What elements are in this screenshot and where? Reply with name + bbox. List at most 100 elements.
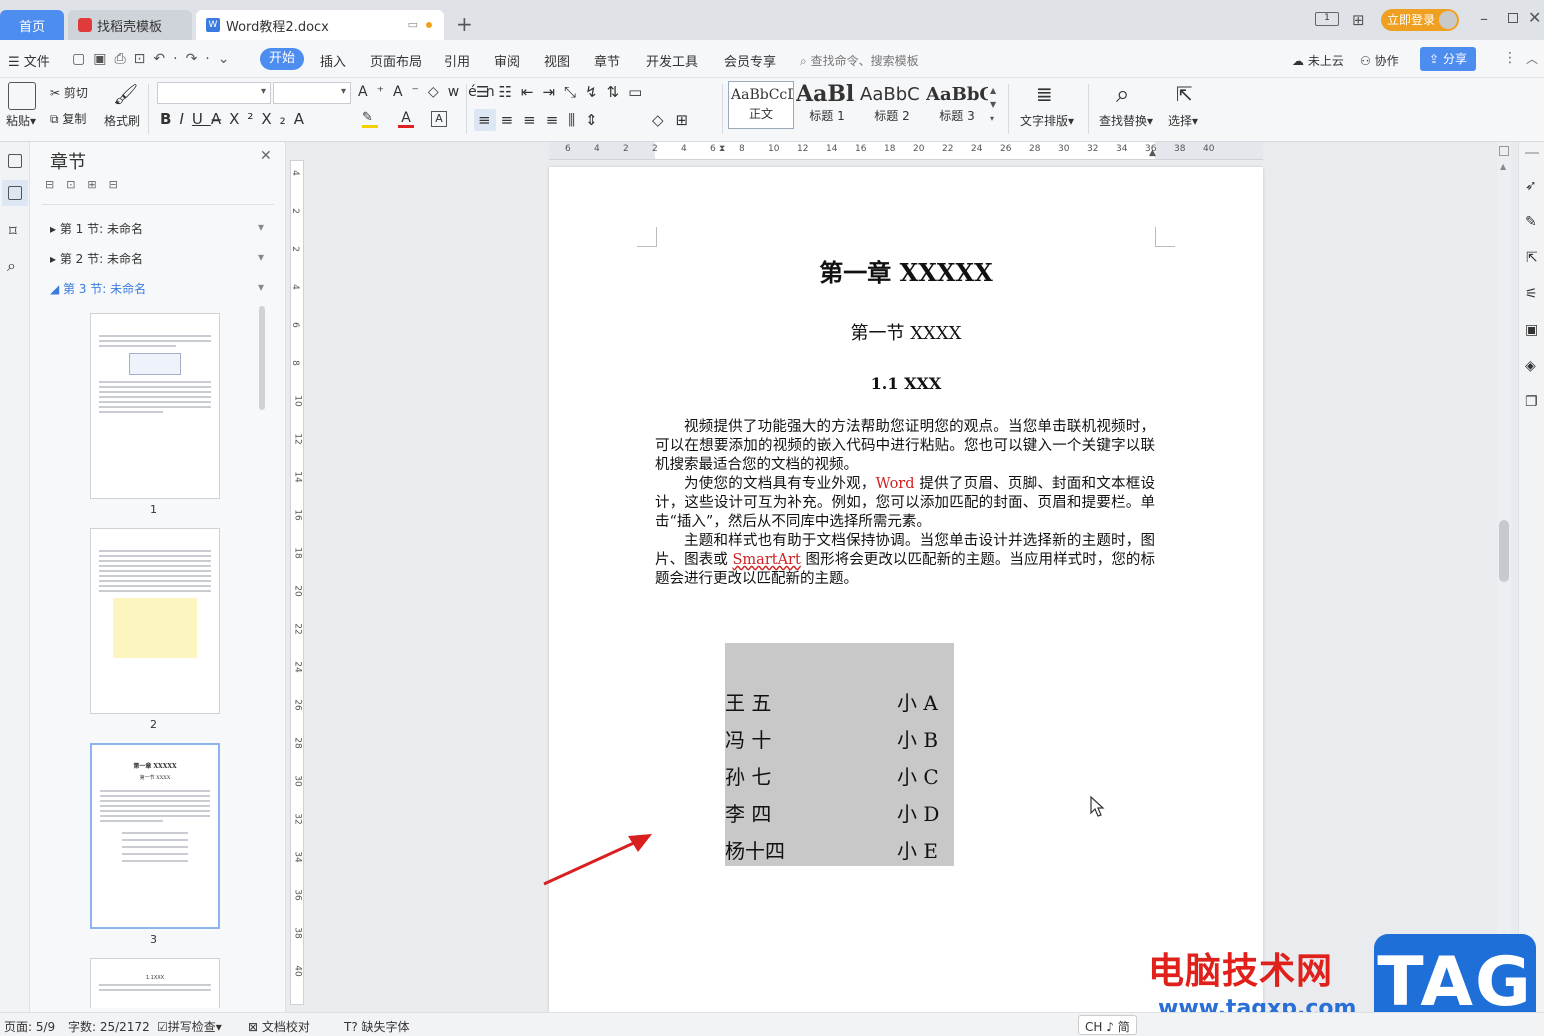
style-heading1[interactable]: AaBl 标题 1 <box>796 81 858 129</box>
cloud-status[interactable]: ☁ 未上云 <box>1292 52 1344 69</box>
nav-scrollbar[interactable] <box>259 306 265 410</box>
menu-start[interactable]: 开始 <box>260 48 304 70</box>
body-paragraph-3[interactable]: 主题和样式也有助于文档保持协调。当您单击设计并选择新的主题时，图片、图表或 Sm… <box>655 532 1155 589</box>
style-heading3[interactable]: AaBbC 标题 3 <box>926 81 988 129</box>
body-paragraph-2[interactable]: 为使您的文档具有专业外观，Word 提供了页眉、页脚、封面和文本框设计，这些设计… <box>655 475 1155 532</box>
file-menu[interactable]: ☰ 文件 <box>8 51 50 70</box>
paste-button[interactable]: 粘贴▾ <box>6 112 36 129</box>
nav-section-2[interactable]: ▸ 第 2 节: 未命名 ▾ <box>50 250 264 267</box>
nav-section-3[interactable]: ◢ 第 3 节: 未命名 ▾ <box>50 280 264 297</box>
missing-font-button[interactable]: T? 缺失字体 <box>344 1018 410 1035</box>
chapter-heading[interactable]: 第一章 XXXXX <box>549 253 1263 288</box>
select-button[interactable]: 选择▾ <box>1168 112 1198 129</box>
word-count[interactable]: 字数: 25/2172 <box>68 1018 150 1035</box>
menu-view[interactable]: 视图 <box>544 51 570 70</box>
quick-access-icons[interactable]: ▢▣⎙⊡↶·↷·⌄ <box>72 51 237 67</box>
table-row[interactable]: 王 五小 A <box>725 687 938 716</box>
font-size-select[interactable]: ▾ <box>273 82 351 104</box>
page-thumbnail-1[interactable] <box>90 313 220 499</box>
monitor-icon[interactable]: ▭ <box>408 18 418 31</box>
menu-insert[interactable]: 插入 <box>320 51 346 70</box>
page-thumbnail-4[interactable]: 1.1XXX <box>90 958 220 1008</box>
menu-references[interactable]: 引用 <box>444 51 470 70</box>
style-normal[interactable]: AaBbCcDd 正文 <box>728 81 794 129</box>
book-icon[interactable]: ❐ <box>1525 394 1538 410</box>
menu-review[interactable]: 审阅 <box>494 51 520 70</box>
table-row[interactable]: 李 四小 D <box>725 798 939 827</box>
table-row[interactable]: 孙 七小 C <box>725 761 939 790</box>
proofread-button[interactable]: ⊠ 文档校对 <box>248 1018 310 1035</box>
body-paragraph-1[interactable]: 视频提供了功能强大的方法帮助您证明您的观点。当您单击联机视频时，可以在想要添加的… <box>655 418 1155 475</box>
cut-button[interactable]: ✂ 剪切 <box>50 84 88 101</box>
ime-indicator[interactable]: CH ♪ 简 <box>1078 1015 1137 1035</box>
menu-member[interactable]: 会员专享 <box>724 51 776 70</box>
menu-chapter[interactable]: 章节 <box>594 51 620 70</box>
find-replace-button[interactable]: 查找替换▾ <box>1099 112 1153 129</box>
maximize-button[interactable] <box>1508 13 1518 23</box>
share-button[interactable]: ⇪ 分享 <box>1420 47 1476 71</box>
minimize-button[interactable]: – <box>1480 9 1488 28</box>
sliders-icon[interactable]: ⚟ <box>1525 286 1538 302</box>
pen-icon[interactable]: ✎ <box>1525 214 1537 230</box>
student-class: 小 B <box>897 728 939 752</box>
paste-icon[interactable] <box>8 82 36 110</box>
section-heading[interactable]: 第一节 XXXX <box>549 319 1263 345</box>
scroll-top-icon[interactable] <box>1499 146 1509 156</box>
bulb-icon[interactable]: ◈ <box>1525 358 1536 374</box>
right-indent-marker-icon[interactable]: ▲ <box>1149 148 1156 158</box>
search-icon[interactable]: ⌕ <box>7 256 16 276</box>
outline-icon[interactable] <box>8 154 22 168</box>
subsection-heading[interactable]: 1.1 XXX <box>549 374 1263 393</box>
collab-button[interactable]: ⚇ 协作 <box>1360 52 1399 69</box>
highlight-icon[interactable]: ✎ <box>362 110 378 128</box>
thumb-subtitle: 第一节 XXXX <box>139 775 171 781</box>
close-window-button[interactable]: ✕ <box>1528 8 1541 27</box>
brush-icon[interactable]: 🖌 <box>113 82 138 106</box>
align-buttons[interactable]: ≡≡≡≡⫼⇕ <box>478 111 608 129</box>
text-layout-button[interactable]: 文字排版▾ <box>1020 112 1074 129</box>
layout-icon[interactable]: 1 <box>1315 12 1339 26</box>
menu-developer[interactable]: 开发工具 <box>646 51 698 70</box>
scroll-thumb[interactable] <box>1499 520 1509 582</box>
nav-tool-buttons[interactable]: ⊟⊡⊞⊟ <box>45 178 130 191</box>
page-thumbnail-3[interactable]: 第一章 XXXXX 第一节 XXXX <box>90 743 220 929</box>
more-icon[interactable]: ⋮ <box>1503 50 1517 66</box>
copy-button[interactable]: ⧉ 复制 <box>50 110 86 127</box>
pointer-icon[interactable]: ⇱ <box>1526 250 1538 266</box>
nav-section-1[interactable]: ▸ 第 1 节: 未命名 ▾ <box>50 220 264 237</box>
format-painter-button[interactable]: 格式刷 <box>104 112 140 129</box>
bookmark-icon[interactable]: ⌑ <box>9 222 17 240</box>
person-icon: ⚇ <box>1360 54 1371 68</box>
char-border-icon[interactable]: A <box>431 111 447 127</box>
indent-marker-icon[interactable]: ⧗ <box>719 144 725 154</box>
vertical-scrollbar[interactable]: ▲ <box>1497 142 1511 1012</box>
font-color-icon[interactable]: A <box>398 110 414 128</box>
image-icon[interactable]: ▣ <box>1525 322 1538 338</box>
spell-check-button[interactable]: ☑拼写检查▾ <box>157 1018 222 1035</box>
login-button[interactable]: 立即登录 <box>1381 9 1459 31</box>
ruler-tick-label: 6 <box>565 144 571 154</box>
page-indicator[interactable]: 页面: 5/9 <box>4 1018 55 1035</box>
scroll-up-icon[interactable]: ▲ <box>1500 162 1506 171</box>
collapse-ribbon-icon[interactable]: ︿ <box>1526 50 1538 67</box>
selected-table-block[interactable] <box>725 643 954 866</box>
styles-scroll-icon[interactable]: ▲ ▼ ▾ <box>990 84 996 126</box>
tab-template[interactable]: 找稻壳模板 <box>68 10 192 40</box>
shading-border-buttons[interactable]: ◇⊞ <box>652 111 700 129</box>
tab-document[interactable]: W Word教程2.docx ▭ <box>196 10 444 40</box>
new-tab-button[interactable]: + <box>456 12 473 36</box>
table-row[interactable]: 冯 十小 B <box>725 724 938 753</box>
command-search[interactable]: ⌕ 查找命令、搜索模板 <box>800 52 919 69</box>
menu-page-layout[interactable]: 页面布局 <box>370 51 422 70</box>
page-thumbnail-2[interactable] <box>90 528 220 714</box>
ruler-tick-label: 18 <box>292 547 303 559</box>
font-name-select[interactable]: ▾ <box>157 82 271 104</box>
style-heading2[interactable]: AaBbC 标题 2 <box>860 81 924 129</box>
close-icon[interactable]: ✕ <box>260 148 272 164</box>
tab-home[interactable]: 首页 <box>0 10 64 40</box>
grid-icon[interactable]: ⊞ <box>1352 11 1365 29</box>
text-format-buttons[interactable]: BIUA̶X²X₂A <box>160 110 312 128</box>
rocket-icon[interactable]: ➶ <box>1525 178 1537 194</box>
table-row[interactable]: 杨十四 小 E <box>725 835 938 864</box>
list-buttons[interactable]: ☰☷⇤⇥⤡↯⇅▭ <box>476 83 651 101</box>
